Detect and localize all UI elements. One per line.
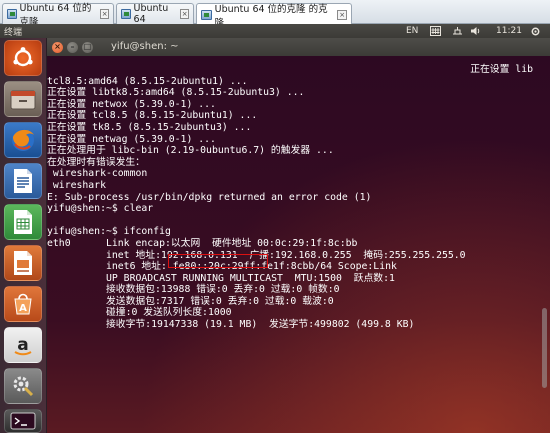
terminal-line: inet6 地址: fe80::20c:29ff:fe1f:8cbb/64 Sc… bbox=[47, 261, 397, 273]
power-gear-icon[interactable] bbox=[530, 24, 541, 38]
terminal-line: 正在设置 netwag (5.39.0-1) ... bbox=[47, 133, 216, 145]
input-method-indicator[interactable]: EN bbox=[406, 24, 418, 38]
terminal-line: 碰撞:0 发送队列长度:1000 bbox=[47, 307, 232, 319]
close-icon[interactable]: × bbox=[337, 9, 347, 20]
terminal-line: inet 地址:192.168.0.131 广播:192.168.0.255 掩… bbox=[47, 249, 466, 261]
active-app-name: 终端 bbox=[4, 27, 23, 38]
impress-icon[interactable] bbox=[4, 245, 42, 281]
dash-home-icon[interactable] bbox=[4, 40, 42, 76]
svg-text:a: a bbox=[17, 335, 28, 355]
terminal-line: yifu@shen:~$ ifconfig bbox=[47, 226, 171, 238]
vm-icon bbox=[201, 9, 212, 20]
terminal-scrollbar[interactable] bbox=[542, 308, 547, 388]
ip-address-highlight bbox=[168, 254, 268, 268]
volume-icon[interactable] bbox=[470, 24, 481, 38]
vm-icon bbox=[7, 9, 17, 19]
terminal-line: tcl8.5:amd64 (8.5.15-2ubuntu1) ... bbox=[47, 75, 248, 87]
terminal-line: 正在设置 lib bbox=[470, 64, 533, 75]
files-icon[interactable] bbox=[4, 81, 42, 117]
system-settings-icon[interactable] bbox=[4, 368, 42, 404]
terminal-titlebar[interactable]: × – □ yifu@shen: ~ bbox=[47, 38, 550, 56]
writer-icon[interactable] bbox=[4, 163, 42, 199]
vm-tab-1[interactable]: Ubuntu 64 位的克隆 × bbox=[2, 3, 114, 28]
terminal-line: 正在设置 tk8.5 (8.5.15-2ubuntu3) ... bbox=[47, 121, 252, 133]
vm-tab-2[interactable]: Ubuntu 64 × bbox=[116, 3, 194, 25]
clock[interactable]: 11:21 bbox=[496, 24, 522, 38]
maximize-window-icon[interactable]: □ bbox=[82, 41, 93, 53]
terminal-line: 在处理时有错误发生： bbox=[47, 156, 145, 168]
close-window-icon[interactable]: × bbox=[52, 41, 63, 53]
terminal-line: 发送数据包:7317 错误:0 丢弃:0 过载:0 载波:0 bbox=[47, 295, 334, 307]
launcher: A a bbox=[0, 38, 47, 433]
terminal-line: 接收字节:19147338 (19.1 MB) 发送字节:499802 (499… bbox=[47, 319, 415, 331]
close-icon[interactable]: × bbox=[100, 9, 109, 19]
vm-tab-3-active[interactable]: Ubuntu 64 位的克隆 的克隆 × bbox=[196, 3, 352, 29]
top-panel: 终端 EN 11:21 bbox=[0, 24, 550, 38]
terminal-line: wireshark-common bbox=[47, 168, 148, 180]
terminal-icon[interactable] bbox=[4, 409, 42, 433]
firefox-icon[interactable] bbox=[4, 122, 42, 158]
vm-icon bbox=[121, 9, 131, 19]
terminal-window[interactable]: × – □ yifu@shen: ~ 正在设置 lib tcl8.5:amd64 … bbox=[47, 38, 550, 433]
terminal-line: 正在设置 libtk8.5:amd64 (8.5.15-2ubuntu3) ..… bbox=[47, 87, 305, 99]
terminal-line: 正在处理用于 libc-bin (2.19-0ubuntu6.7) 的触发器 .… bbox=[47, 145, 334, 157]
network-icon[interactable] bbox=[452, 24, 463, 38]
terminal-line: wireshark bbox=[47, 179, 106, 191]
vm-tab-strip: Ubuntu 64 位的克隆 × Ubuntu 64 × Ubuntu 64 位… bbox=[0, 0, 550, 29]
close-icon[interactable]: × bbox=[180, 9, 189, 19]
minimize-window-icon[interactable]: – bbox=[67, 41, 78, 53]
software-center-icon[interactable]: A bbox=[4, 286, 42, 322]
calc-icon[interactable] bbox=[4, 204, 42, 240]
keyboard-icon[interactable] bbox=[430, 24, 441, 38]
terminal-line: 接收数据包:13988 错误:0 丢弃:0 过载:0 帧数:0 bbox=[47, 284, 340, 296]
svg-text:A: A bbox=[19, 303, 27, 314]
terminal-line: yifu@shen:~$ clear bbox=[47, 203, 154, 215]
vm-tab-label: Ubuntu 64 bbox=[133, 3, 169, 25]
terminal-title: yifu@shen: ~ bbox=[111, 41, 179, 52]
terminal-line: eth0 Link encap:以太网 硬件地址 00:0c:29:1f:8c:… bbox=[47, 237, 358, 249]
terminal-output[interactable]: 正在设置 lib tcl8.5:amd64 (8.5.15-2ubuntu1) .… bbox=[47, 64, 537, 331]
terminal-line: 正在设置 tcl8.5 (8.5.15-2ubuntu1) ... bbox=[47, 110, 258, 122]
amazon-icon[interactable]: a bbox=[4, 327, 42, 363]
terminal-line: E: Sub-process /usr/bin/dpkg returned an… bbox=[47, 191, 372, 203]
terminal-line: UP BROADCAST RUNNING MULTICAST MTU:1500 … bbox=[47, 272, 395, 284]
terminal-line: 正在设置 netwox (5.39.0-1) ... bbox=[47, 98, 216, 110]
